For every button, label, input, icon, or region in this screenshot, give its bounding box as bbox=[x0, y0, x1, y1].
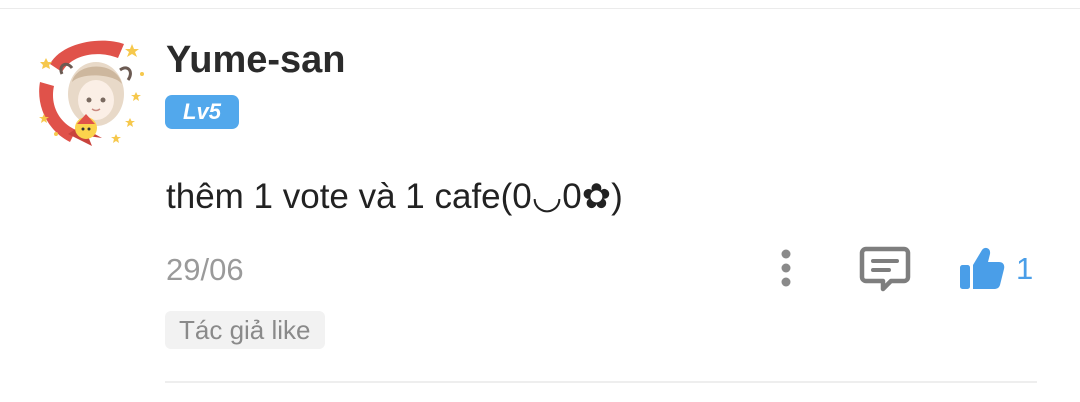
like-count: 1 bbox=[1016, 251, 1034, 286]
author-like-tag: Tác giả like bbox=[165, 311, 325, 349]
more-vertical-icon[interactable] bbox=[768, 246, 804, 290]
comment-reply-icon[interactable] bbox=[858, 244, 912, 294]
comment-text: thêm 1 vote và 1 cafe(0◡0✿) bbox=[166, 177, 623, 216]
bottom-divider bbox=[165, 381, 1037, 383]
level-badge: Lv5 bbox=[165, 95, 239, 129]
thumbs-up-icon bbox=[960, 247, 1005, 289]
avatar-image bbox=[34, 36, 150, 152]
avatar[interactable] bbox=[32, 34, 152, 154]
top-divider bbox=[0, 8, 1080, 9]
comment-date: 29/06 bbox=[166, 252, 244, 287]
like-button[interactable]: 1 bbox=[956, 242, 1046, 296]
username[interactable]: Yume-san bbox=[166, 38, 346, 82]
